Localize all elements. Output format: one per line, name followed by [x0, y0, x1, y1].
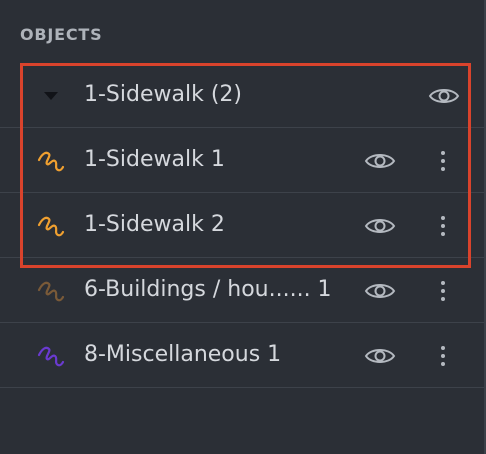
visibility-eye-icon[interactable]	[363, 343, 397, 369]
visibility-eye-icon[interactable]	[427, 83, 461, 109]
list-item[interactable]: 6-Buildings / hou...... 1	[0, 258, 484, 323]
list-item[interactable]: 1-Sidewalk 2	[0, 193, 484, 258]
item-label: 6-Buildings / hou...... 1	[84, 277, 332, 302]
item-label: 1-Sidewalk 1	[84, 147, 225, 172]
more-options-icon[interactable]	[432, 276, 454, 306]
visibility-eye-icon[interactable]	[363, 278, 397, 304]
section-header: OBJECTS	[20, 25, 103, 44]
item-label: 1-Sidewalk 2	[84, 212, 225, 237]
more-options-icon[interactable]	[432, 146, 454, 176]
item-label: 8-Miscellaneous 1	[84, 342, 282, 367]
squiggle-icon	[36, 146, 66, 176]
visibility-eye-icon[interactable]	[363, 213, 397, 239]
squiggle-icon	[36, 276, 66, 306]
group-row-sidewalk[interactable]: 1-Sidewalk (2)	[0, 63, 484, 128]
caret-down-icon[interactable]	[36, 81, 66, 111]
group-label: 1-Sidewalk (2)	[84, 82, 242, 107]
list-item[interactable]: 1-Sidewalk 1	[0, 128, 484, 193]
squiggle-icon	[36, 211, 66, 241]
more-options-icon[interactable]	[432, 211, 454, 241]
list-item[interactable]: 8-Miscellaneous 1	[0, 323, 484, 388]
more-options-icon[interactable]	[432, 341, 454, 371]
visibility-eye-icon[interactable]	[363, 148, 397, 174]
squiggle-icon	[36, 341, 66, 371]
objects-list: 1-Sidewalk (2) 1-Sidewalk 1 1-Sidewalk 2…	[0, 63, 484, 388]
